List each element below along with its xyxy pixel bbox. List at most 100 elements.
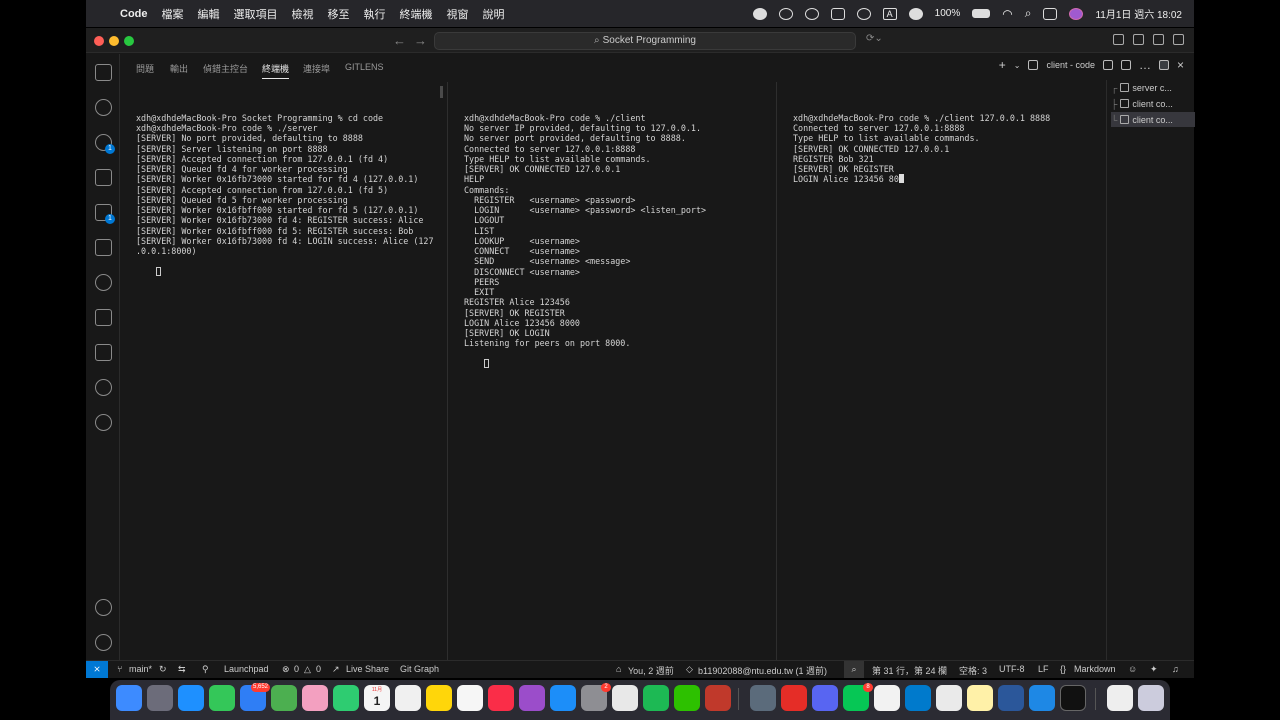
- music-icon[interactable]: [488, 685, 514, 711]
- finder-icon[interactable]: [116, 685, 142, 711]
- tab-ports[interactable]: 連接埠: [303, 62, 330, 75]
- menu-selection[interactable]: 選取項目: [234, 6, 278, 22]
- textedit-icon[interactable]: [936, 685, 962, 711]
- terminal-list-item[interactable]: └ client co...: [1111, 112, 1195, 127]
- bell-icon[interactable]: ♫: [1172, 664, 1179, 674]
- wechat-icon[interactable]: [674, 685, 700, 711]
- maximize-panel-icon[interactable]: [1158, 60, 1169, 70]
- tab-debug-console[interactable]: 偵錯主控台: [203, 62, 248, 75]
- keyboard-icon[interactable]: [830, 7, 845, 20]
- facetime-icon[interactable]: [333, 685, 359, 711]
- play-icon[interactable]: [856, 7, 871, 20]
- error-count[interactable]: 0: [294, 664, 299, 674]
- terminal-client-bob[interactable]: xdh@xdhdeMacBook-Pro code % ./client 127…: [793, 82, 1098, 662]
- menu-app-code[interactable]: Code: [120, 8, 148, 20]
- menubar-clock[interactable]: 11月1日 週六 18:02: [1095, 6, 1182, 21]
- terminal-list-item[interactable]: ┌ server c...: [1111, 80, 1195, 95]
- photos-icon[interactable]: [302, 685, 328, 711]
- search-icon[interactable]: ⌕: [1025, 6, 1032, 21]
- warning-count[interactable]: 0: [316, 664, 321, 674]
- chatgpt-icon[interactable]: [95, 414, 112, 431]
- terminal-client-alice[interactable]: xdh@xdhdeMacBook-Pro code % ./client No s…: [464, 82, 764, 662]
- chatgpt-icon[interactable]: [874, 685, 900, 711]
- sync-icon[interactable]: ↻: [159, 664, 167, 675]
- menu-terminal[interactable]: 終端機: [400, 6, 433, 22]
- zoom-window-button[interactable]: [124, 36, 134, 46]
- remote-explorer-icon[interactable]: [95, 239, 112, 256]
- remote-indicator-icon[interactable]: ⨯: [86, 661, 108, 678]
- vscode-icon[interactable]: [905, 685, 931, 711]
- copilot-icon[interactable]: [95, 379, 112, 396]
- app-store-icon[interactable]: [550, 685, 576, 711]
- more-actions-icon[interactable]: …: [1139, 58, 1151, 72]
- chevron-down-icon[interactable]: ⌄: [1014, 61, 1021, 70]
- remote-desktop-icon[interactable]: [750, 685, 776, 711]
- indentation[interactable]: 空格: 3: [959, 664, 987, 677]
- menu-help[interactable]: 說明: [483, 6, 505, 22]
- back-arrow-icon[interactable]: ←: [393, 33, 406, 48]
- messages-icon[interactable]: [209, 685, 235, 711]
- youdao-icon[interactable]: [781, 685, 807, 711]
- gear-icon[interactable]: [95, 634, 112, 651]
- wifi-icon[interactable]: ◠: [1002, 7, 1012, 21]
- terminal-list-item[interactable]: ├ client co...: [1111, 96, 1195, 111]
- language-mode[interactable]: Markdown: [1074, 664, 1116, 674]
- toggle-secondary-sidebar-icon[interactable]: [1153, 34, 1164, 45]
- line-icon[interactable]: 8: [843, 683, 873, 711]
- tab-gitlens[interactable]: GITLENS: [345, 62, 384, 72]
- end-of-line[interactable]: LF: [1038, 664, 1049, 674]
- podcasts-icon[interactable]: [519, 685, 545, 711]
- freeform-board-icon[interactable]: [1029, 685, 1055, 711]
- reminders-icon[interactable]: [395, 685, 421, 711]
- pdf-reader-icon[interactable]: [705, 685, 731, 711]
- menu-go[interactable]: 移至: [328, 6, 350, 22]
- explorer-icon[interactable]: [95, 64, 112, 81]
- menu-edit[interactable]: 編輯: [198, 6, 220, 22]
- maps-icon[interactable]: [271, 685, 297, 711]
- copilot-icon[interactable]: ⟳⌄: [866, 33, 883, 44]
- record-icon[interactable]: [752, 7, 767, 20]
- terminal-server[interactable]: xdh@xdhdeMacBook-Pro Socket Programming …: [136, 82, 439, 662]
- siri-icon[interactable]: [1069, 7, 1084, 20]
- live-share-button[interactable]: Live Share: [346, 664, 389, 674]
- moon-icon[interactable]: [908, 7, 923, 20]
- cursor-position[interactable]: 第 31 行，第 24 欄: [872, 664, 947, 677]
- current-terminal-name[interactable]: client - code: [1046, 60, 1095, 70]
- calendar-icon[interactable]: 11月 1: [364, 685, 390, 711]
- testing-icon[interactable]: [95, 309, 112, 326]
- encoding[interactable]: UTF-8: [999, 664, 1025, 674]
- containers-icon[interactable]: [95, 344, 112, 361]
- tab-output[interactable]: 輸出: [170, 62, 188, 75]
- tab-terminal[interactable]: 終端機: [262, 62, 290, 79]
- stickies-icon[interactable]: [967, 685, 993, 711]
- freeform-icon[interactable]: [457, 685, 483, 711]
- gitlens-icon[interactable]: [95, 274, 112, 291]
- command-center-search[interactable]: ⌕ Socket Programming: [434, 32, 856, 50]
- search-icon[interactable]: [95, 99, 112, 116]
- input-method-indicator[interactable]: A: [882, 7, 897, 20]
- sparkle-icon[interactable]: ✦: [1150, 664, 1158, 675]
- battery-icon[interactable]: [972, 9, 991, 18]
- menu-window[interactable]: 視窗: [447, 6, 469, 22]
- git-graph-button[interactable]: Git Graph: [400, 664, 439, 674]
- minimize-window-button[interactable]: [109, 36, 119, 46]
- menu-view[interactable]: 檢視: [292, 6, 314, 22]
- safari-icon[interactable]: [178, 685, 204, 711]
- toggle-panel-icon[interactable]: [1133, 34, 1144, 45]
- launchpad-button[interactable]: Launchpad: [224, 664, 269, 674]
- terminal-split-divider[interactable]: [447, 82, 448, 660]
- branch-name[interactable]: main*: [129, 664, 152, 674]
- tab-problems[interactable]: 問題: [136, 62, 154, 75]
- zoom-search-icon[interactable]: ⌕: [844, 661, 864, 678]
- menu-run[interactable]: 執行: [364, 6, 386, 22]
- settings-icon[interactable]: 2: [581, 683, 611, 711]
- new-terminal-icon[interactable]: +: [999, 58, 1006, 72]
- mail-icon[interactable]: 5,652: [240, 683, 270, 711]
- word-icon[interactable]: [998, 685, 1024, 711]
- run-debug-icon[interactable]: [95, 169, 112, 186]
- discord-icon[interactable]: [812, 685, 838, 711]
- gitlens-blame[interactable]: You, 2 週前: [628, 664, 674, 677]
- terminal-app-icon[interactable]: [1060, 685, 1086, 711]
- control-center-icon[interactable]: [1043, 7, 1058, 20]
- trash-icon[interactable]: [1120, 60, 1131, 70]
